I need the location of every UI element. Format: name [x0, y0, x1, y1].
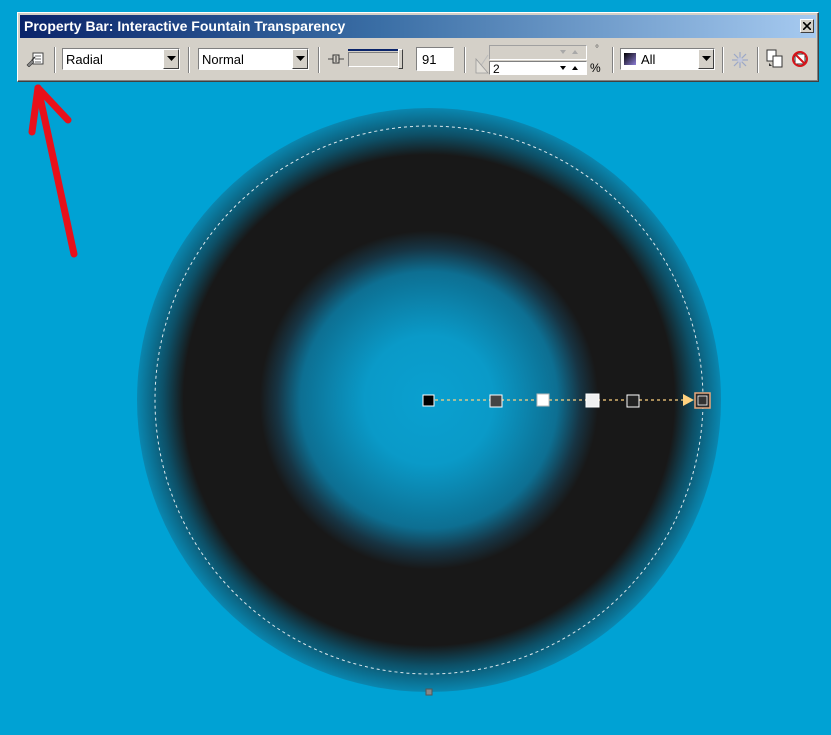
- toolbar-separator: [318, 47, 320, 73]
- merge-mode-select[interactable]: Normal: [198, 48, 309, 70]
- title-bar[interactable]: Property Bar: Interactive Fountain Trans…: [20, 15, 816, 38]
- chevron-down-icon: [167, 56, 176, 61]
- toolbar-separator: [188, 47, 190, 73]
- midpoint-slider[interactable]: [348, 47, 406, 73]
- target-value: All: [641, 52, 656, 67]
- chevron-down-icon: [702, 56, 711, 61]
- edge-pad-value: 2: [493, 62, 500, 76]
- toolbar-separator: [54, 47, 56, 73]
- toolbar-separator: [612, 47, 614, 73]
- toolbar-separator: [464, 47, 466, 73]
- type-dropdown-button[interactable]: [163, 49, 179, 69]
- edge-pad-field[interactable]: 2: [489, 61, 587, 76]
- clear-transparency-icon[interactable]: [791, 50, 809, 68]
- window-title: Property Bar: Interactive Fountain Trans…: [24, 18, 346, 34]
- target-dropdown-button[interactable]: [698, 49, 714, 69]
- freeze-icon[interactable]: [731, 51, 749, 69]
- degree-marker: °: [595, 44, 599, 55]
- edit-transparency-icon[interactable]: [26, 51, 44, 67]
- transparency-type-select[interactable]: Radial: [62, 48, 180, 70]
- toolbar-separator: [722, 47, 724, 73]
- chevron-down-icon: [296, 56, 305, 61]
- property-bar-window[interactable]: Property Bar: Interactive Fountain Trans…: [17, 12, 819, 82]
- close-icon: [803, 22, 811, 30]
- copy-properties-icon[interactable]: [766, 49, 784, 69]
- angle-field-disabled: [489, 45, 587, 60]
- close-button[interactable]: [800, 19, 814, 33]
- toolbar-separator: [757, 47, 759, 73]
- fill-outline-icon: [624, 53, 636, 65]
- percent-label: %: [590, 61, 601, 75]
- slider-thumb[interactable]: [398, 49, 403, 69]
- midpoint-value: 91: [422, 52, 437, 67]
- midpoint-slider-icon: [328, 54, 344, 64]
- mode-dropdown-button[interactable]: [292, 49, 308, 69]
- red-annotation-arrow: [28, 84, 78, 258]
- toolbar-row: Radial Normal 91 2 ° % All: [18, 43, 818, 77]
- transparency-target-select[interactable]: All: [620, 48, 715, 70]
- transparency-type-value: Radial: [66, 52, 103, 67]
- midpoint-value-field[interactable]: 91: [416, 47, 454, 71]
- edge-pad-icon: [475, 54, 489, 74]
- merge-mode-value: Normal: [202, 52, 244, 67]
